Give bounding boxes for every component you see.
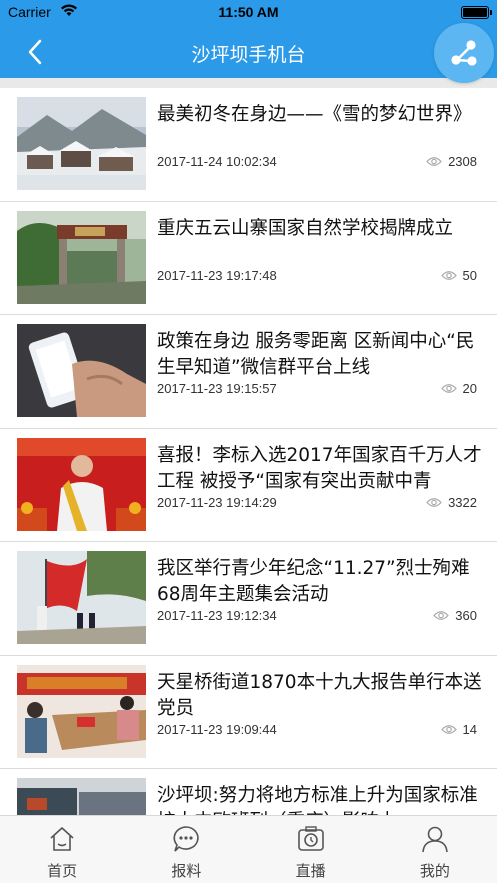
news-date: 2017-11-23 19:17:48 <box>157 267 277 283</box>
news-views: 3322 <box>426 495 477 510</box>
news-date: 2017-11-23 19:12:34 <box>157 608 277 623</box>
news-item[interactable]: 沙坪坝:努力将地方标准上升为国家标准 扩大中欧班列（重庆）影响力 <box>0 769 497 815</box>
eye-icon <box>440 270 457 280</box>
nav-bar: 沙坪坝手机台 <box>0 26 497 78</box>
news-date: 2017-11-23 19:15:57 <box>157 381 277 396</box>
tab-label: 报料 <box>171 862 202 880</box>
flag-ceremony-photo <box>17 551 146 644</box>
share-button[interactable] <box>434 23 494 83</box>
tab-report[interactable]: 报料 <box>124 816 248 883</box>
eye-icon <box>426 157 442 166</box>
eye-icon <box>433 611 450 620</box>
train-container-photo <box>17 778 146 815</box>
news-title: 沙坪坝:努力将地方标准上升为国家标准 扩大中欧班列（重庆）影响力 <box>157 785 478 815</box>
news-title: 政策在身边 服务零距离 区新闻中心“民生早知道”微信群平台上线 <box>157 331 475 378</box>
news-views: 14 <box>440 721 477 737</box>
news-item[interactable]: 政策在身边 服务零距离 区新闻中心“民生早知道”微信群平台上线 2017-11-… <box>0 315 497 429</box>
tab-bar: 首页 报料 直播 我的 <box>0 815 497 883</box>
tab-live[interactable]: 直播 <box>249 816 373 883</box>
eye-icon <box>440 724 457 734</box>
news-views: 50 <box>440 267 477 283</box>
views-count: 3322 <box>448 494 477 510</box>
tab-home[interactable]: 首页 <box>0 816 124 883</box>
news-title: 重庆五云山寨国家自然学校揭牌成立 <box>157 217 454 239</box>
news-item[interactable]: 最美初冬在身边——《雪的梦幻世界》 2017-11-24 10:02:34 23… <box>0 88 497 202</box>
page-title: 沙坪坝手机台 <box>191 44 306 66</box>
header-divider <box>0 78 497 88</box>
share-icon <box>451 40 477 66</box>
news-item[interactable]: 我区举行青少年纪念“11.27”烈士殉难68周年主题集会活动 2017-11-2… <box>0 542 497 656</box>
camera-live-icon <box>296 824 326 858</box>
news-date: 2017-11-24 10:02:34 <box>157 154 277 169</box>
news-date: 2017-11-23 19:14:29 <box>157 494 277 510</box>
battery-icon <box>461 6 492 19</box>
views-count: 14 <box>462 721 477 737</box>
views-count: 20 <box>462 381 477 396</box>
award-man-photo <box>17 437 146 531</box>
news-title: 天星桥街道1870本十九大报告单行本送党员 <box>157 671 482 719</box>
snow-village-photo <box>17 97 146 190</box>
news-item[interactable]: 天星桥街道1870本十九大报告单行本送党员 2017-11-23 19:09:4… <box>0 656 497 769</box>
clock: 11:50 AM <box>218 4 279 20</box>
views-count: 2308 <box>448 154 477 169</box>
news-item[interactable]: 喜报！李标入选2017年国家百千万人才工程 被授予“国家有突出贡献中青 2017… <box>0 429 497 542</box>
news-date: 2017-11-23 19:09:44 <box>157 721 277 737</box>
news-item[interactable]: 重庆五云山寨国家自然学校揭牌成立 2017-11-23 19:17:48 50 <box>0 202 497 315</box>
home-icon <box>47 824 77 858</box>
news-views: 2308 <box>426 154 477 169</box>
views-count: 50 <box>462 267 477 283</box>
phone-hand-photo <box>17 324 146 417</box>
tab-label: 我的 <box>419 862 450 880</box>
news-views: 20 <box>440 381 477 396</box>
status-bar: Carrier 11:50 AM <box>0 0 497 26</box>
chat-bubble-icon <box>171 824 201 858</box>
views-count: 360 <box>455 608 477 623</box>
eye-icon <box>440 384 457 393</box>
news-title: 最美初冬在身边——《雪的梦幻世界》 <box>157 104 472 125</box>
tab-label: 直播 <box>295 862 326 880</box>
user-icon <box>420 824 450 858</box>
news-title: 我区举行青少年纪念“11.27”烈士殉难68周年主题集会活动 <box>157 558 470 605</box>
school-gate-photo <box>17 210 146 304</box>
news-title: 喜报！李标入选2017年国家百千万人才工程 被授予“国家有突出贡献中青 <box>157 444 482 492</box>
news-views: 360 <box>433 608 477 623</box>
eye-icon <box>426 497 442 507</box>
tab-mine[interactable]: 我的 <box>373 816 497 883</box>
news-list: 最美初冬在身边——《雪的梦幻世界》 2017-11-24 10:02:34 23… <box>0 88 497 815</box>
tab-label: 首页 <box>47 862 78 880</box>
meeting-room-photo <box>17 664 146 758</box>
